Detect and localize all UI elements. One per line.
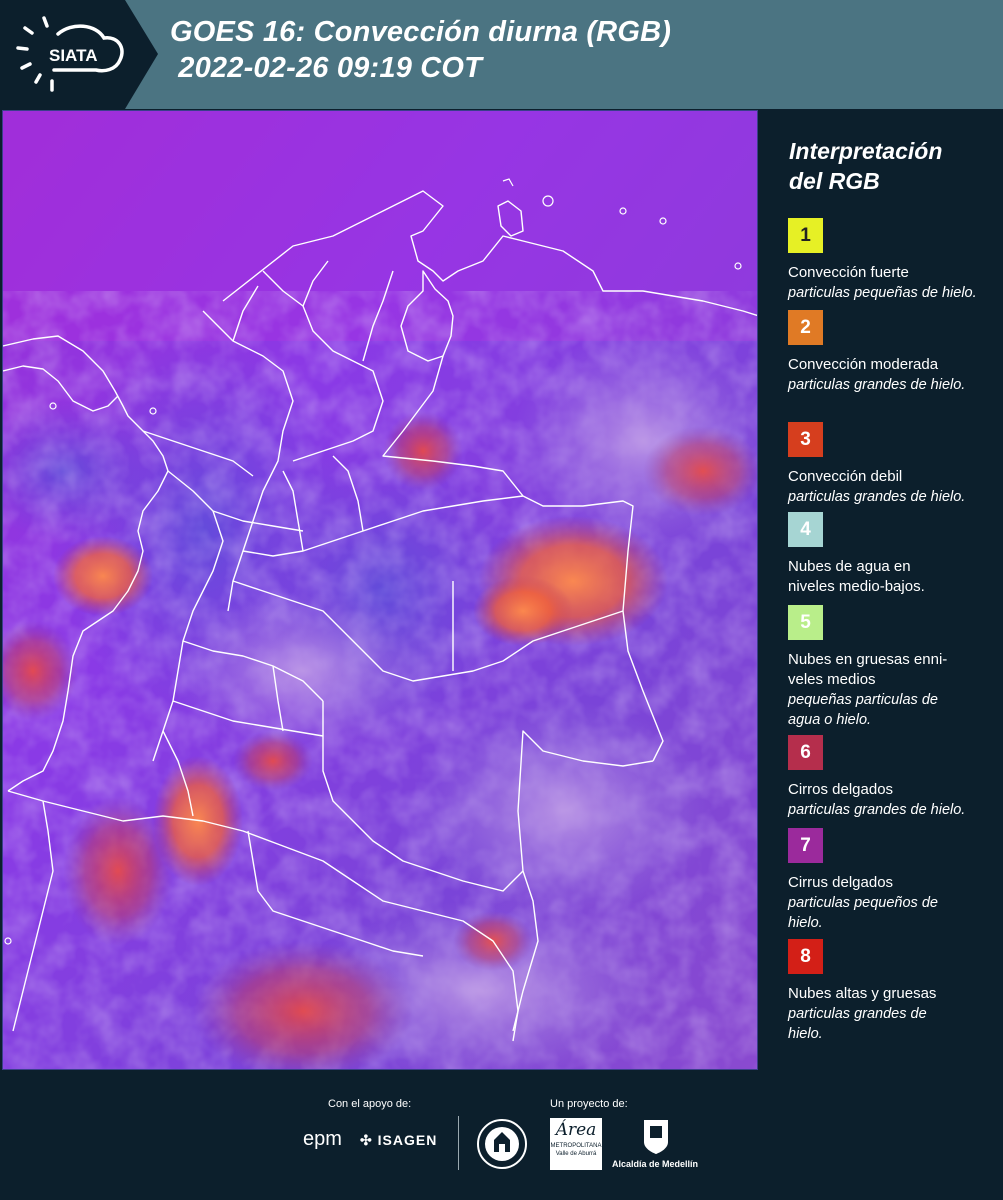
epm-logo-text: epm bbox=[303, 1128, 342, 1150]
medellin-seal-icon bbox=[477, 1119, 527, 1169]
legend-title: Interpretación del RGB bbox=[789, 136, 942, 196]
page-root: SIATA GOES 16: Convección diurna (RGB) 2… bbox=[0, 0, 1003, 1200]
legend-title-line-1: Interpretación bbox=[789, 138, 943, 164]
legend-item-name: Nubes de agua en niveles medio-bajos. bbox=[788, 558, 925, 595]
legend-swatch: 4 bbox=[788, 512, 823, 547]
legend-item-name: Cirros delgados bbox=[788, 781, 894, 798]
legend-item: 1 Convección fuerte particulas pequeñas … bbox=[788, 218, 998, 303]
legend-number: 3 bbox=[800, 428, 811, 450]
legend-item-desc: particulas pequeñas de hielo. bbox=[788, 285, 977, 301]
legend-item-desc: particulas pequeños de hielo. bbox=[788, 895, 938, 931]
legend-swatch: 6 bbox=[788, 735, 823, 770]
legend-item-name: Nubes en gruesas enni-veles medios bbox=[788, 651, 948, 688]
legend-item-name: Convección fuerte bbox=[788, 264, 909, 281]
legend-item-name: Convección moderada bbox=[788, 356, 939, 373]
legend-item-desc: particulas grandes de hielo. bbox=[788, 489, 966, 505]
legend-number: 2 bbox=[800, 316, 811, 338]
legend-item: 6 Cirros delgados particulas grandes de … bbox=[788, 735, 998, 820]
legend-item: 8 Nubes altas y gruesas particulas grand… bbox=[788, 939, 998, 1044]
support-label: Con el apoyo de: bbox=[328, 1098, 412, 1110]
siata-logo-text: SIATA bbox=[49, 46, 97, 65]
legend-item-desc: pequeñas particulas de agua o hielo. bbox=[788, 692, 938, 728]
rgb-legend: Interpretación del RGB 1 Convección fuer… bbox=[760, 110, 1003, 1070]
isagen-mark-icon: ✣ bbox=[360, 1132, 373, 1148]
legend-item: 4 Nubes de agua en niveles medio-bajos. bbox=[788, 512, 998, 597]
siata-logo: SIATA bbox=[0, 0, 158, 109]
project-label: Un proyecto de: bbox=[550, 1098, 628, 1110]
satellite-map bbox=[2, 110, 758, 1070]
area-metropolitana-logo: Área METROPOLITANA Valle de Aburrá bbox=[550, 1118, 602, 1170]
legend-swatch: 5 bbox=[788, 605, 823, 640]
legend-item-desc: particulas grandes de hielo. bbox=[788, 802, 966, 818]
isagen-logo: ✣ ISAGEN bbox=[360, 1132, 437, 1149]
page-title: GOES 16: Convección diurna (RGB) 2022-02… bbox=[170, 14, 671, 86]
footer: Con el apoyo de: Un proyecto de: epm ✣ I… bbox=[0, 1070, 1003, 1200]
isagen-logo-text: ISAGEN bbox=[377, 1132, 438, 1148]
alcaldia-shield-icon bbox=[644, 1120, 668, 1154]
legend-number: 6 bbox=[800, 741, 811, 763]
epm-logo: epm bbox=[303, 1128, 342, 1151]
legend-item-desc: particulas grandes de hielo. bbox=[788, 1006, 927, 1042]
legend-item-name: Cirrus delgados bbox=[788, 874, 894, 891]
legend-item-desc: particulas grandes de hielo. bbox=[788, 377, 966, 393]
legend-swatch: 1 bbox=[788, 218, 823, 253]
legend-item: 7 Cirrus delgados particulas pequeños de… bbox=[788, 828, 998, 933]
area-logo-text: Área bbox=[555, 1120, 597, 1140]
legend-number: 1 bbox=[800, 224, 811, 246]
legend-number: 4 bbox=[800, 518, 811, 540]
legend-item-name: Convección debil bbox=[788, 468, 903, 485]
legend-swatch: 2 bbox=[788, 310, 823, 345]
legend-number: 8 bbox=[800, 945, 811, 967]
title-line-2: 2022-02-26 09:19 COT bbox=[170, 52, 483, 84]
area-logo-sub2: Valle de Aburrá bbox=[555, 1151, 597, 1157]
area-logo-sub: METROPOLITANA bbox=[550, 1143, 602, 1149]
legend-title-line-2: del RGB bbox=[789, 168, 880, 194]
legend-item: 5 Nubes en gruesas enni-veles medios peq… bbox=[788, 605, 998, 730]
alcaldia-logo-text: Alcaldía de Medellín bbox=[612, 1159, 699, 1169]
legend-item: 3 Convección debil particulas grandes de… bbox=[788, 422, 998, 507]
legend-swatch: 8 bbox=[788, 939, 823, 974]
legend-item-name: Nubes altas y gruesas bbox=[788, 985, 937, 1002]
legend-item: 2 Convección moderada particulas grandes… bbox=[788, 310, 998, 395]
legend-number: 5 bbox=[800, 611, 811, 633]
legend-swatch: 7 bbox=[788, 828, 823, 863]
header-bar: SIATA GOES 16: Convección diurna (RGB) 2… bbox=[0, 0, 1003, 109]
title-line-1: GOES 16: Convección diurna (RGB) bbox=[170, 16, 672, 48]
legend-number: 7 bbox=[800, 834, 811, 856]
legend-swatch: 3 bbox=[788, 422, 823, 457]
footer-divider bbox=[458, 1116, 459, 1170]
